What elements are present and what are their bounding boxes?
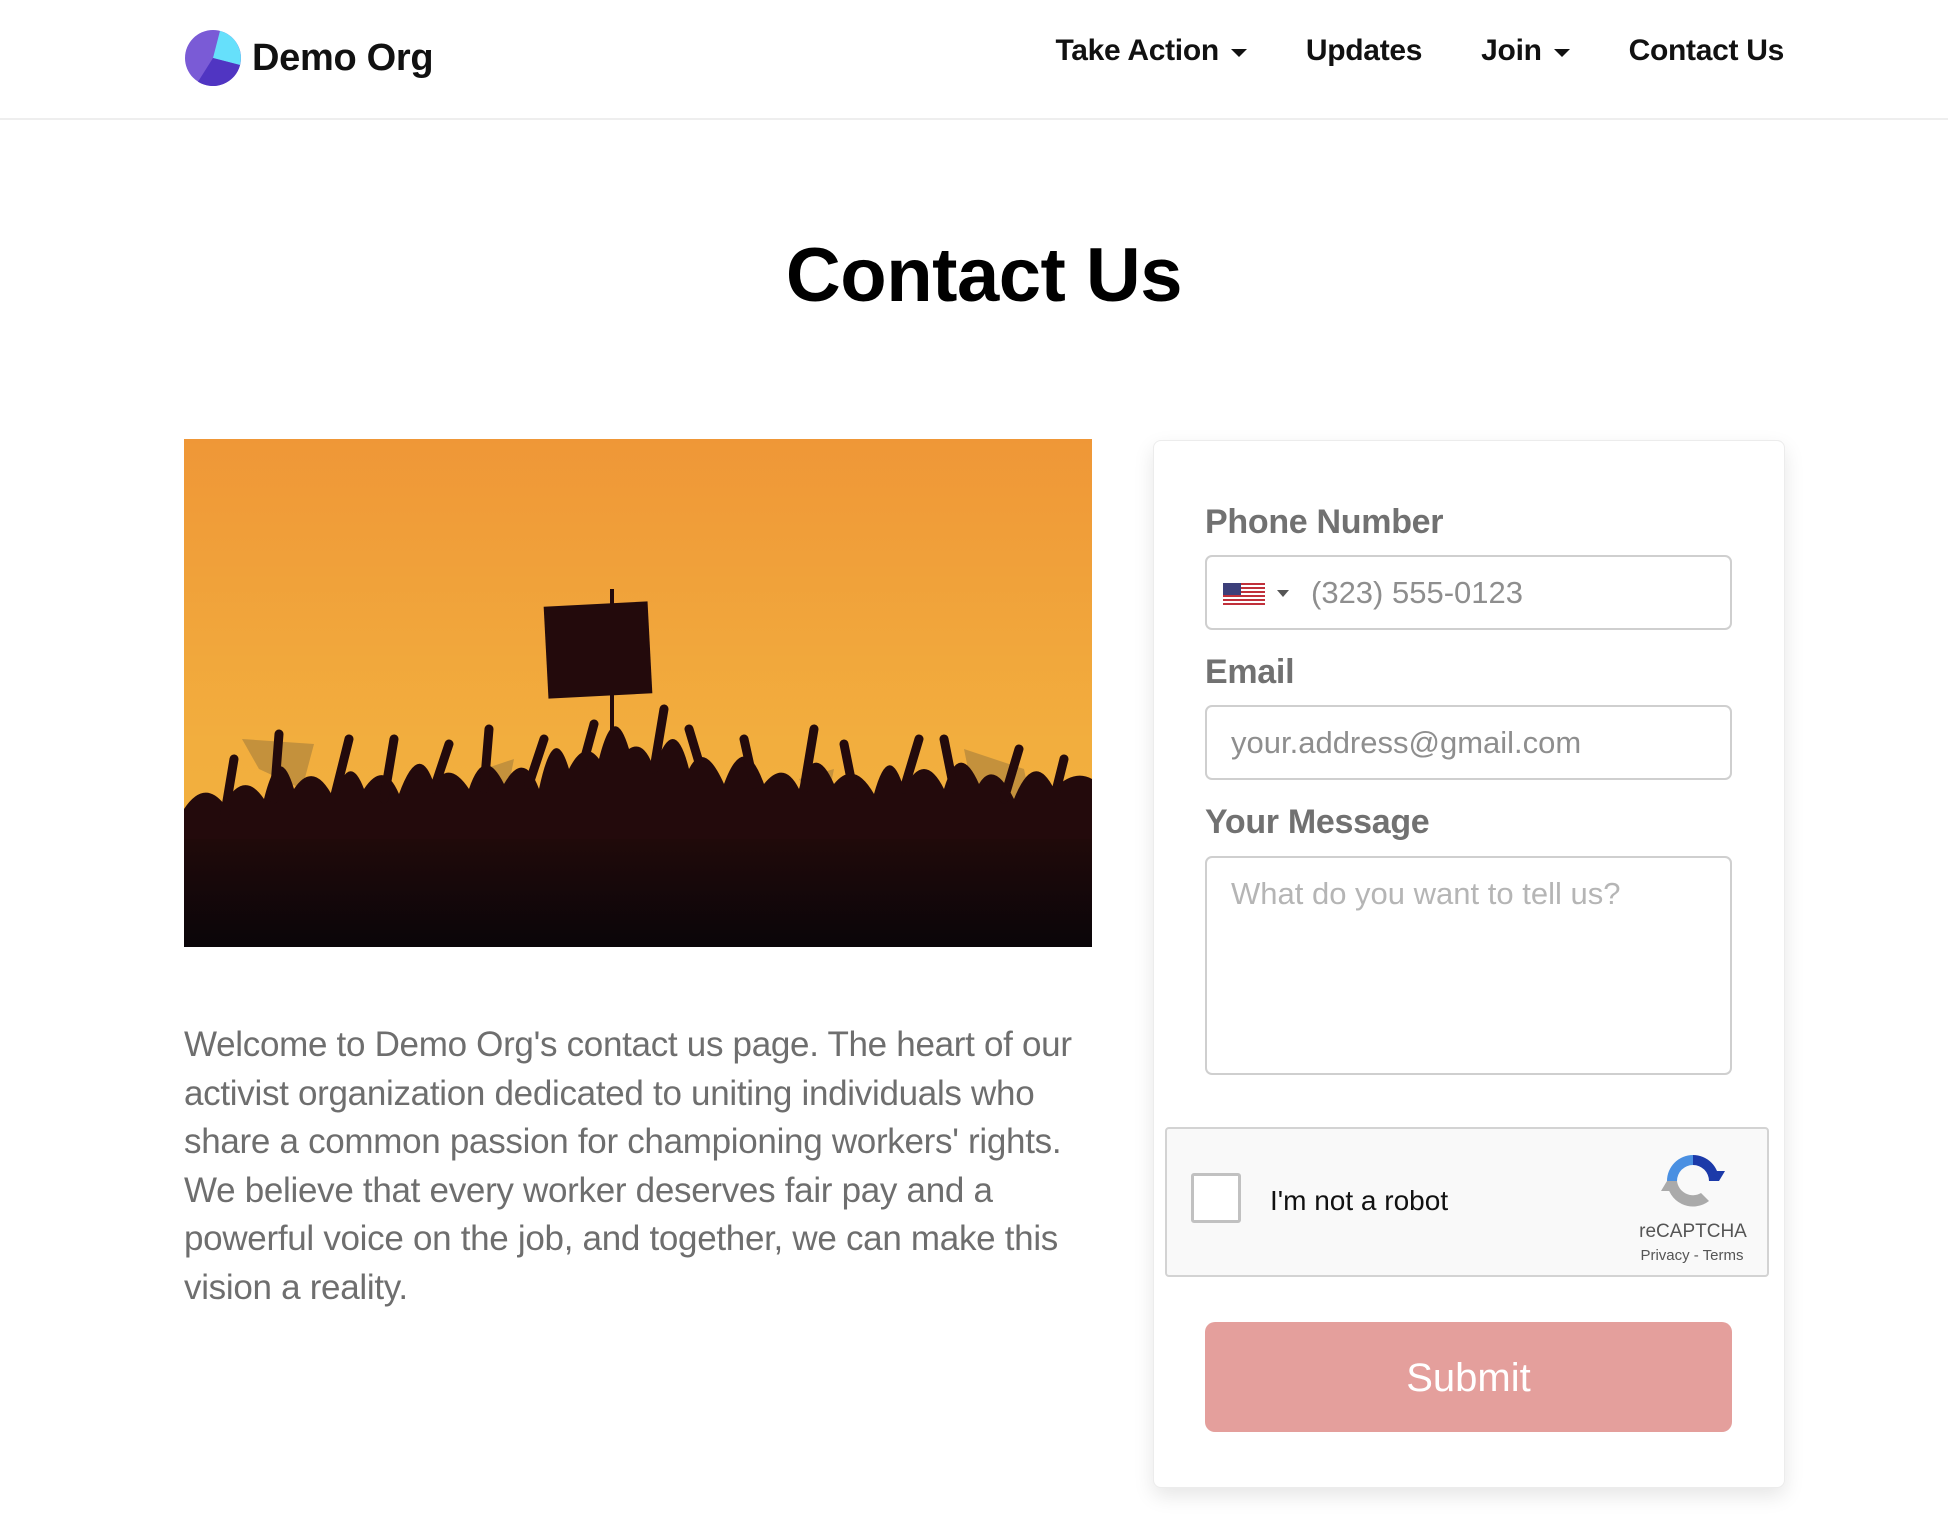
email-placeholder: your.address@gmail.com xyxy=(1231,725,1582,760)
phone-input[interactable]: (323) 555-0123 xyxy=(1205,555,1732,630)
message-placeholder: What do you want to tell us? xyxy=(1231,876,1621,911)
recaptcha-brand: reCAPTCHA xyxy=(1639,1221,1747,1242)
recaptcha-privacy-terms-links[interactable]: Privacy - Terms xyxy=(1617,1247,1767,1264)
recaptcha-label: I'm not a robot xyxy=(1270,1185,1449,1216)
message-label: Your Message xyxy=(1205,803,1430,841)
nav-updates[interactable]: Updates xyxy=(1305,34,1423,68)
nav-join[interactable]: Join xyxy=(1481,34,1570,68)
brand-link[interactable]: Demo Org xyxy=(184,28,434,88)
caret-down-icon xyxy=(1553,49,1570,57)
email-label: Email xyxy=(1205,653,1295,691)
us-flag-icon[interactable] xyxy=(1223,583,1265,605)
top-nav: Demo Org Take Action Updates Join Contac… xyxy=(0,0,1948,120)
protest-crowd-illustration xyxy=(184,439,1092,947)
nav-take-action-label: Take Action xyxy=(1055,34,1219,67)
brand-name: Demo Org xyxy=(252,36,434,79)
email-input[interactable]: your.address@gmail.com xyxy=(1205,705,1732,780)
phone-label: Phone Number xyxy=(1205,503,1444,541)
nav-contact-us[interactable]: Contact Us xyxy=(1628,34,1785,68)
hero-image xyxy=(184,439,1092,947)
country-dropdown-caret-icon[interactable] xyxy=(1277,590,1289,597)
caret-down-icon xyxy=(1230,49,1247,57)
intro-paragraph: Welcome to Demo Org's contact us page. T… xyxy=(184,1025,1072,1307)
main-nav: Take Action Updates Join Contact Us xyxy=(996,34,1784,68)
nav-updates-label: Updates xyxy=(1305,34,1423,67)
recaptcha-logo-icon xyxy=(1661,1155,1725,1207)
submit-button[interactable]: Submit xyxy=(1205,1322,1732,1432)
nav-take-action[interactable]: Take Action xyxy=(1055,34,1247,68)
recaptcha-checkbox[interactable] xyxy=(1191,1173,1241,1223)
recaptcha-widget: I'm not a robot reCAPTCHA Privacy - Term… xyxy=(1165,1127,1769,1277)
message-textarea[interactable]: What do you want to tell us? xyxy=(1205,856,1732,1075)
contact-form: Phone Number (323) 555-0123 Email your.a… xyxy=(1153,440,1785,1488)
page-title: Contact Us xyxy=(785,233,1183,318)
phone-placeholder: (323) 555-0123 xyxy=(1311,575,1523,610)
nav-contact-us-label: Contact Us xyxy=(1628,34,1785,67)
nav-join-label: Join xyxy=(1481,34,1542,67)
pie-logo-icon xyxy=(185,30,241,86)
